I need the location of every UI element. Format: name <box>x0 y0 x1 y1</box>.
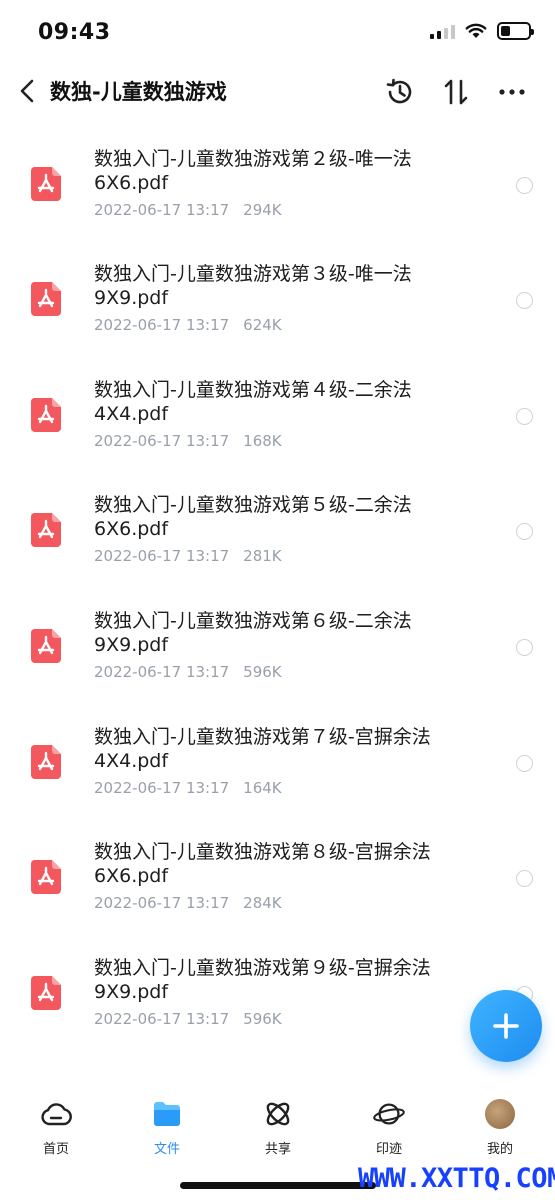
file-meta: 2022-06-17 13:17 294K <box>94 201 282 219</box>
file-row[interactable]: 数独入门-儿童数独游戏第５级-二余法6X6.pdf 2022-06-17 13:… <box>0 477 555 593</box>
tab-label: 印迹 <box>375 1142 402 1157</box>
file-size: 281K <box>243 547 282 566</box>
pdf-file-icon <box>30 397 61 432</box>
history-icon <box>386 78 412 104</box>
file-date: 2022-06-17 13:17 <box>94 547 230 566</box>
sort-button[interactable] <box>438 74 474 110</box>
file-row[interactable]: 数独入门-儿童数独游戏第１级-唯一法4X4.pdf 2022-06-17 13:… <box>0 118 555 131</box>
avatar <box>485 1099 515 1129</box>
watermark: WWW.XXTTQ.COM <box>358 1163 555 1194</box>
tab-share[interactable]: 共享 <box>238 1098 318 1157</box>
select-radio[interactable] <box>516 523 533 541</box>
sort-icon <box>444 79 468 105</box>
select-radio[interactable] <box>516 176 533 194</box>
tab-label: 共享 <box>264 1142 291 1157</box>
file-list[interactable]: 数独入门-儿童数独游戏第１级-唯一法4X4.pdf 2022-06-17 13:… <box>0 118 555 1086</box>
home-cloud-icon <box>41 1103 72 1126</box>
file-meta: 2022-06-17 13:17 168K <box>94 432 282 450</box>
pdf-file-icon <box>30 744 61 779</box>
pdf-file-icon <box>30 860 61 895</box>
folder-icon <box>154 1102 180 1126</box>
file-size: 596K <box>243 1009 282 1028</box>
history-button[interactable] <box>382 74 418 110</box>
file-name: 数独入门-儿童数独游戏第７级-宫摒余法4X4.pdf <box>94 725 431 772</box>
select-radio[interactable] <box>516 292 533 310</box>
back-icon[interactable] <box>16 76 40 106</box>
add-button[interactable] <box>470 990 542 1062</box>
select-radio[interactable] <box>516 870 533 888</box>
pdf-file-icon <box>30 975 61 1010</box>
file-row[interactable]: 数独入门-儿童数独游戏第６级-二余法9X9.pdf 2022-06-17 13:… <box>0 593 555 709</box>
status-icons <box>430 22 534 40</box>
file-name: 数独入门-儿童数独游戏第６级-二余法9X9.pdf <box>94 609 412 656</box>
file-name: 数独入门-儿童数独游戏第５级-二余法6X6.pdf <box>94 494 412 541</box>
file-name: 数独入门-儿童数独游戏第８级-宫摒余法6X6.pdf <box>94 841 431 888</box>
select-radio[interactable] <box>516 754 533 772</box>
wifi-icon <box>465 23 487 38</box>
file-date: 2022-06-17 13:17 <box>94 316 230 335</box>
more-button[interactable] <box>494 74 530 110</box>
file-size: 284K <box>243 894 282 913</box>
file-name: 数独入门-儿童数独游戏第３级-唯一法9X9.pdf <box>94 263 412 310</box>
page-title: 数独-儿童数独游戏 <box>50 80 227 104</box>
file-name: 数独入门-儿童数独游戏第２级-唯一法6X6.pdf <box>94 147 412 194</box>
file-name: 数独入门-儿童数独游戏第９级-宫摒余法9X9.pdf <box>94 956 431 1003</box>
pdf-file-icon <box>30 628 61 663</box>
file-size: 168K <box>243 431 282 450</box>
file-meta: 2022-06-17 13:17 596K <box>94 663 282 681</box>
select-radio[interactable] <box>516 638 533 656</box>
tab-home[interactable]: 首页 <box>16 1098 96 1157</box>
file-meta: 2022-06-17 13:17 164K <box>94 779 282 797</box>
tab-label: 首页 <box>42 1142 69 1157</box>
plus-icon <box>493 1013 519 1039</box>
planet-icon <box>373 1103 405 1125</box>
select-radio[interactable] <box>516 407 533 425</box>
file-meta: 2022-06-17 13:17 624K <box>94 316 282 334</box>
file-date: 2022-06-17 13:17 <box>94 431 230 450</box>
file-row[interactable]: 数独入门-儿童数独游戏第７级-宫摒余法4X4.pdf 2022-06-17 13… <box>0 709 555 825</box>
status-bar: 09:43 <box>0 0 555 66</box>
file-size: 624K <box>243 316 282 335</box>
status-time: 09:43 <box>38 20 111 45</box>
battery-icon <box>497 22 534 40</box>
share-atom-icon <box>266 1102 290 1126</box>
tab-label: 我的 <box>486 1142 513 1157</box>
file-size: 164K <box>243 778 282 797</box>
tab-files[interactable]: 文件 <box>127 1098 207 1157</box>
cellular-signal-icon <box>430 23 455 39</box>
file-row[interactable]: 数独入门-儿童数独游戏第４级-二余法4X4.pdf 2022-06-17 13:… <box>0 362 555 478</box>
pdf-file-icon <box>30 166 61 201</box>
file-date: 2022-06-17 13:17 <box>94 662 230 681</box>
file-date: 2022-06-17 13:17 <box>94 894 230 913</box>
file-size: 596K <box>243 662 282 681</box>
file-meta: 2022-06-17 13:17 281K <box>94 547 282 565</box>
more-icon <box>499 89 525 95</box>
file-row[interactable]: 数独入门-儿童数独游戏第２级-唯一法6X6.pdf 2022-06-17 13:… <box>0 131 555 247</box>
file-row[interactable]: 数独入门-儿童数独游戏第３级-唯一法9X9.pdf 2022-06-17 13:… <box>0 246 555 362</box>
file-name: 数独入门-儿童数独游戏第４级-二余法4X4.pdf <box>94 378 412 425</box>
file-meta: 2022-06-17 13:17 596K <box>94 1010 282 1028</box>
file-date: 2022-06-17 13:17 <box>94 1009 230 1028</box>
pdf-file-icon <box>30 282 61 317</box>
home-indicator <box>180 1182 376 1189</box>
tab-label: 文件 <box>153 1142 180 1157</box>
file-date: 2022-06-17 13:17 <box>94 200 230 219</box>
file-meta: 2022-06-17 13:17 284K <box>94 894 282 912</box>
tab-traces[interactable]: 印迹 <box>349 1098 429 1157</box>
pdf-file-icon <box>30 513 61 548</box>
tab-mine[interactable]: 我的 <box>460 1098 540 1157</box>
nav-bar: 数独-儿童数独游戏 <box>0 66 555 118</box>
file-size: 294K <box>243 200 282 219</box>
file-date: 2022-06-17 13:17 <box>94 778 230 797</box>
file-row[interactable]: 数独入门-儿童数独游戏第８级-宫摒余法6X6.pdf 2022-06-17 13… <box>0 824 555 940</box>
